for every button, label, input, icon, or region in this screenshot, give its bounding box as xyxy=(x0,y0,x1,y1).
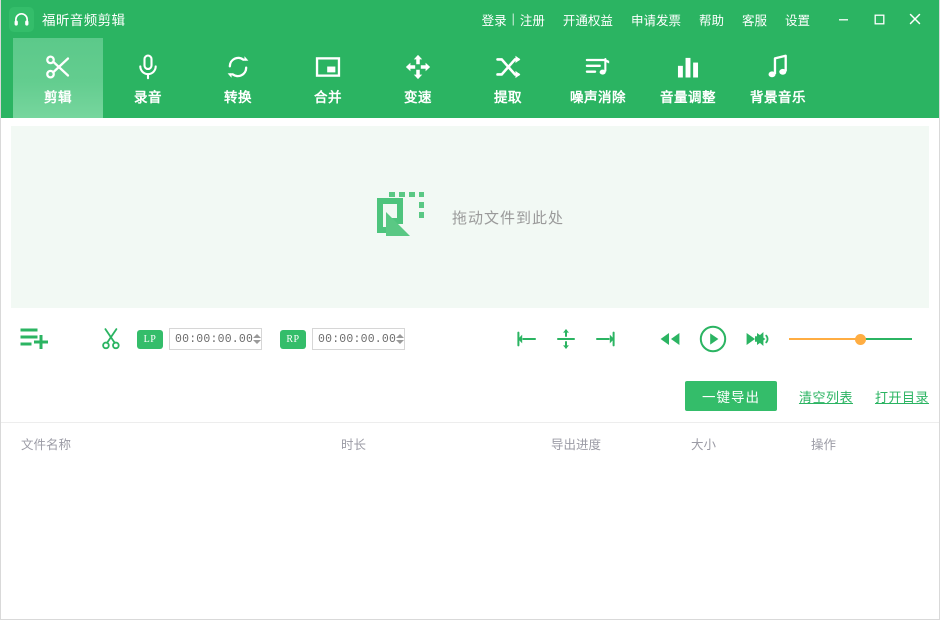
stepper-up-icon[interactable] xyxy=(253,334,261,338)
file-dropzone[interactable]: 拖动文件到此处 xyxy=(11,126,929,308)
register-link[interactable]: 注册 xyxy=(520,10,545,29)
clear-list-link[interactable]: 清空列表 xyxy=(799,387,853,406)
title-bar: 福昕音频剪辑 登录 | 注册 开通权益 申请发票 帮助 客服 设置 xyxy=(1,0,939,38)
tab-extract[interactable]: 提取 xyxy=(463,38,553,118)
column-header-duration: 时长 xyxy=(341,434,551,453)
stepper-up-icon[interactable] xyxy=(396,334,404,338)
auth-links[interactable]: 登录 | 注册 xyxy=(473,10,554,29)
right-point-stepper[interactable] xyxy=(396,334,407,344)
app-title: 福昕音频剪辑 xyxy=(42,9,125,29)
maximize-button[interactable] xyxy=(861,0,897,38)
add-files-icon[interactable] xyxy=(19,326,49,352)
menu-item-open-benefits[interactable]: 开通权益 xyxy=(554,10,622,29)
tab-speed-label: 变速 xyxy=(404,86,432,106)
scissors-cut-icon[interactable] xyxy=(101,327,123,351)
title-menu: 登录 | 注册 开通权益 申请发票 帮助 客服 设置 xyxy=(473,0,819,38)
right-point-time-field[interactable]: 00:00:00.00 xyxy=(312,328,405,350)
edit-toolbar: LP 00:00:00.00 RP 00:00:00.00 xyxy=(1,308,939,370)
tab-speed[interactable]: 变速 xyxy=(373,38,463,118)
merge-rectangle-icon xyxy=(314,50,342,84)
music-note-icon xyxy=(764,50,792,84)
stepper-down-icon[interactable] xyxy=(396,340,404,344)
tab-edit-label: 剪辑 xyxy=(44,86,72,106)
tab-background-music-label: 背景音乐 xyxy=(750,86,806,106)
menu-item-customer-service[interactable]: 客服 xyxy=(733,10,776,29)
export-row: 一键导出 清空列表 打开目录 xyxy=(1,370,939,422)
left-point-time-field[interactable]: 00:00:00.00 xyxy=(169,328,262,350)
menu-item-help[interactable]: 帮助 xyxy=(690,10,733,29)
split-at-playhead-button[interactable] xyxy=(555,328,577,350)
minimize-button[interactable] xyxy=(825,0,861,38)
right-point-badge[interactable]: RP xyxy=(280,330,306,349)
open-folder-link[interactable]: 打开目录 xyxy=(875,387,929,406)
headphones-waveform-icon xyxy=(13,11,30,28)
menu-item-apply-invoice[interactable]: 申请发票 xyxy=(622,10,690,29)
tab-record-label: 录音 xyxy=(134,86,162,106)
set-start-marker-button[interactable] xyxy=(516,329,538,349)
left-point-time-value: 00:00:00.00 xyxy=(170,333,253,346)
tab-noise-reduction-label: 噪声消除 xyxy=(570,86,626,106)
window-controls xyxy=(825,0,933,38)
speaker-volume-icon[interactable] xyxy=(753,329,775,349)
dropzone-wrapper: 拖动文件到此处 xyxy=(1,118,939,308)
column-header-action: 操作 xyxy=(811,434,911,453)
main-tab-bar: 剪辑 录音 转换 xyxy=(1,38,939,118)
tab-convert-label: 转换 xyxy=(224,86,252,106)
volume-fill xyxy=(789,338,860,340)
tab-volume-adjust[interactable]: 音量调整 xyxy=(643,38,733,118)
tab-edit[interactable]: 剪辑 xyxy=(13,38,103,118)
tab-extract-label: 提取 xyxy=(494,86,522,106)
tab-background-music[interactable]: 背景音乐 xyxy=(733,38,823,118)
tab-record[interactable]: 录音 xyxy=(103,38,193,118)
left-point-stepper[interactable] xyxy=(253,334,264,344)
app-window: 福昕音频剪辑 登录 | 注册 开通权益 申请发票 帮助 客服 设置 xyxy=(0,0,940,620)
login-link[interactable]: 登录 xyxy=(482,10,507,29)
right-point-time-value: 00:00:00.00 xyxy=(313,333,396,346)
playlist-note-icon xyxy=(584,50,612,84)
scissors-icon xyxy=(43,50,73,84)
tab-merge-label: 合并 xyxy=(314,86,342,106)
volume-thumb[interactable] xyxy=(855,334,866,345)
close-button[interactable] xyxy=(897,0,933,38)
microphone-icon xyxy=(134,50,162,84)
left-point-badge[interactable]: LP xyxy=(137,330,163,349)
export-button[interactable]: 一键导出 xyxy=(685,381,777,411)
convert-refresh-icon xyxy=(224,50,252,84)
column-header-filename: 文件名称 xyxy=(1,434,341,453)
auth-separator: | xyxy=(512,12,515,26)
play-button[interactable] xyxy=(699,325,727,353)
tab-noise-reduction[interactable]: 噪声消除 xyxy=(553,38,643,118)
column-header-size: 大小 xyxy=(691,434,811,453)
menu-item-settings[interactable]: 设置 xyxy=(776,10,819,29)
rewind-button[interactable] xyxy=(658,330,682,348)
drag-drop-arrow-icon xyxy=(376,188,430,247)
shuffle-extract-icon xyxy=(494,50,522,84)
app-logo xyxy=(9,7,34,32)
stepper-down-icon[interactable] xyxy=(253,340,261,344)
tab-convert[interactable]: 转换 xyxy=(193,38,283,118)
bar-levels-icon xyxy=(674,50,702,84)
set-end-marker-button[interactable] xyxy=(594,329,616,349)
tab-volume-adjust-label: 音量调整 xyxy=(660,86,716,106)
column-header-progress: 导出进度 xyxy=(551,434,691,453)
volume-slider[interactable] xyxy=(789,332,912,346)
file-table-header: 文件名称 时长 导出进度 大小 操作 xyxy=(1,422,939,464)
dropzone-text: 拖动文件到此处 xyxy=(452,207,564,228)
transport-controls xyxy=(516,308,768,370)
speed-arrows-icon xyxy=(404,50,432,84)
tab-merge[interactable]: 合并 xyxy=(283,38,373,118)
volume-control xyxy=(753,308,912,370)
